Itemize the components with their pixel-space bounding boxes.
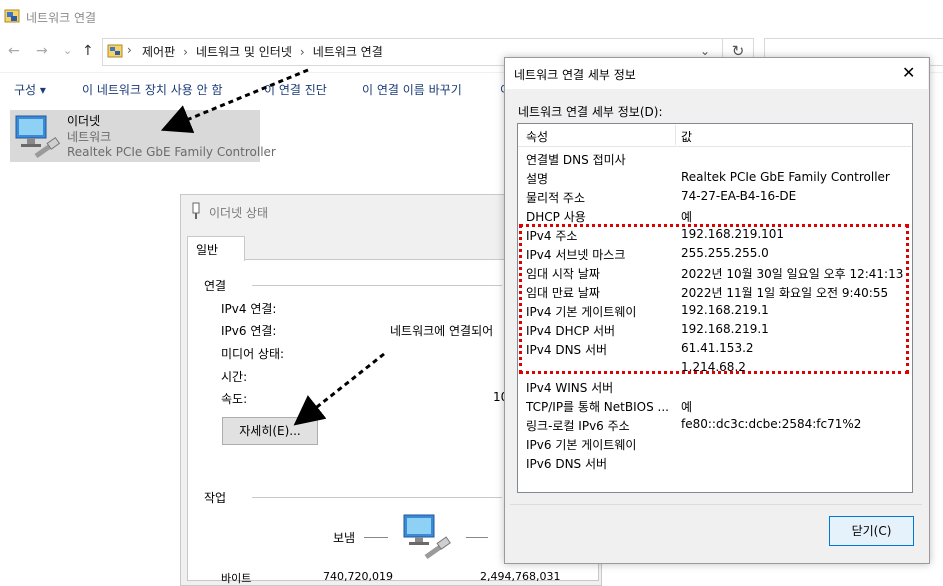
ethernet-status-icon	[192, 202, 200, 219]
list-item: DHCP 사용	[526, 210, 586, 224]
bytes-label: 바이트	[221, 572, 252, 585]
details-button[interactable]: 자세히(E)...	[222, 417, 318, 445]
network-activity-icon	[403, 514, 451, 560]
adapter-network: 네트워크	[67, 130, 112, 144]
breadcrumb-control-panel[interactable]: 제어판	[142, 45, 175, 59]
ethernet-adapter-icon	[15, 115, 61, 159]
up-button[interactable]: ↑	[82, 42, 94, 60]
close-icon[interactable]: ✕	[902, 63, 915, 82]
list-item-value: 74-27-EA-B4-16-DE	[681, 189, 797, 203]
column-header-value[interactable]: 값	[681, 128, 692, 145]
diagnose-button[interactable]: 이 연결 진단	[264, 81, 327, 98]
list-item-value: fe80::dc3c:dcbe:2584:fc71%2	[681, 417, 862, 431]
breadcrumb-network-connections[interactable]: 네트워크 연결	[313, 45, 383, 59]
disable-device-button[interactable]: 이 네트워크 장치 사용 안 함	[82, 81, 223, 98]
duration-label: 시간:	[221, 370, 248, 384]
ipv6-connectivity-label: IPv6 연결:	[221, 324, 277, 338]
section-divider	[252, 285, 502, 286]
details-divider	[510, 504, 922, 505]
received-line	[466, 537, 488, 538]
ipv4-connectivity-label: IPv4 연결:	[221, 302, 277, 316]
list-item-value: 예	[681, 400, 693, 414]
list-item: IPv6 기본 게이트웨이	[526, 438, 637, 452]
list-item: IPv6 DNS 서버	[526, 457, 608, 471]
list-item: 설명	[526, 172, 549, 186]
column-header-property[interactable]: 속성	[526, 128, 548, 145]
ipv6-connectivity-value: 네트워크에 연결되어	[390, 324, 494, 338]
breadcrumb-network-internet[interactable]: 네트워크 및 인터넷	[196, 45, 292, 59]
bytes-received-value: 2,494,768,031	[480, 570, 561, 583]
list-item: TCP/IP를 통해 NetBIOS ...	[526, 400, 669, 414]
address-dropdown-button[interactable]: ⌄	[700, 44, 710, 58]
sent-label: 보냄	[333, 531, 356, 545]
details-dialog-title: 네트워크 연결 세부 정보	[514, 68, 636, 82]
breadcrumb: 제어판 › 네트워크 및 인터넷 › 네트워크 연결	[142, 45, 383, 59]
ipv4-highlight-box	[519, 224, 909, 374]
list-item: 링크-로컬 IPv6 주소	[526, 419, 630, 433]
activity-section-label: 작업	[204, 491, 227, 505]
adapter-name: 이더넷	[67, 114, 101, 128]
connection-section-label: 연결	[204, 279, 227, 293]
recent-dropdown-button[interactable]: ⌄	[63, 42, 72, 60]
control-panel-icon	[107, 44, 123, 58]
network-connections-icon	[4, 9, 20, 23]
sent-line	[364, 537, 388, 538]
details-list-label: 네트워크 연결 세부 정보(D):	[518, 105, 663, 119]
forward-button[interactable]: →	[36, 42, 48, 60]
tab-general[interactable]: 일반	[187, 236, 245, 261]
status-dialog-title: 이더넷 상태	[209, 206, 269, 220]
column-divider	[675, 125, 676, 145]
media-state-label: 미디어 상태:	[221, 347, 285, 361]
speed-label: 속도:	[221, 392, 248, 406]
section-divider	[252, 497, 502, 498]
list-item-value: 예	[681, 210, 693, 224]
breadcrumb-separator: ›	[127, 43, 132, 57]
back-button[interactable]: ←	[8, 42, 20, 60]
tab-general-label: 일반	[196, 243, 219, 257]
rename-button[interactable]: 이 연결 이름 바꾸기	[362, 81, 462, 98]
list-item: 연결별 DNS 접미사	[526, 153, 626, 167]
window-title: 네트워크 연결	[26, 11, 97, 25]
list-item-value: Realtek PCIe GbE Family Controller	[681, 170, 890, 184]
organize-menu[interactable]: 구성 ▾	[14, 81, 46, 98]
bytes-sent-value: 740,720,019	[323, 570, 393, 583]
list-item: 물리적 주소	[526, 191, 586, 205]
details-list-header	[518, 124, 911, 147]
adapter-device: Realtek PCIe GbE Family Controller	[67, 145, 276, 159]
window-titlebar	[0, 0, 943, 34]
close-button[interactable]: 닫기(C)	[829, 516, 914, 546]
list-item: IPv4 WINS 서버	[526, 381, 614, 395]
